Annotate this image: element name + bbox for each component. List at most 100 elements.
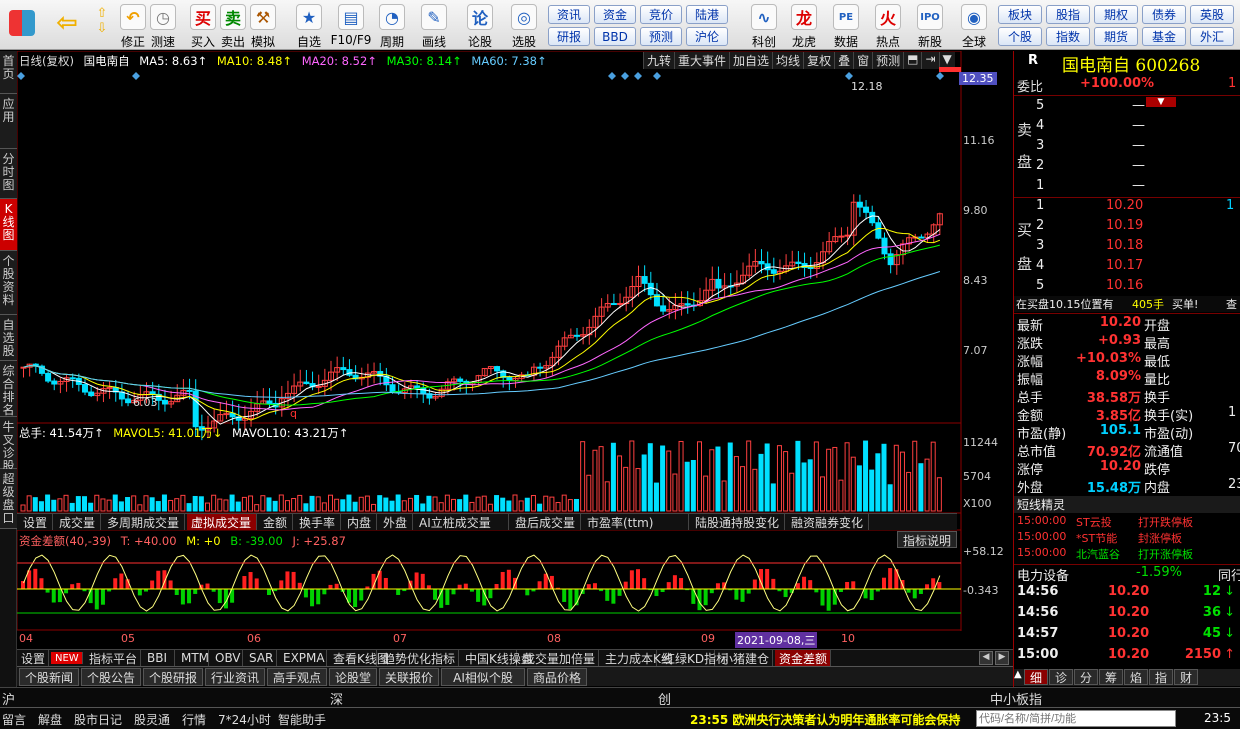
market-button-1-3[interactable]: 基金 (1142, 27, 1186, 46)
market-button-0-2[interactable]: 期权 (1094, 5, 1138, 24)
short-title-row[interactable]: 短线精灵 (1014, 496, 1240, 513)
status-item-2[interactable]: 股市日记 (74, 711, 122, 728)
indicator-tab-10[interactable]: 中国K线操盘 (461, 650, 533, 666)
notice-end[interactable]: 查 (1226, 296, 1237, 312)
panel-up-icon[interactable]: ▲ (1014, 669, 1024, 685)
panel-tab-2[interactable]: 分 (1074, 669, 1098, 685)
market-button-0-0[interactable]: 板块 (998, 5, 1042, 24)
indicator-tab-4[interactable]: MTM (177, 650, 209, 666)
short-alert-row[interactable]: 15:00:00 *ST节能 封涨停板 (1014, 530, 1240, 546)
news-tab-4[interactable]: 高手观点 (267, 668, 327, 686)
toolbar-button-13[interactable]: PE 数据 (826, 0, 866, 50)
status-item-6[interactable]: 智能助手 (278, 711, 326, 728)
sell-level-row[interactable]: 4— (1014, 118, 1240, 136)
panel-tab-1[interactable]: 诊 (1049, 669, 1073, 685)
panel-tab-5[interactable]: 指 (1149, 669, 1173, 685)
panel-tab-3[interactable]: 筹 (1099, 669, 1123, 685)
market-button-1-1[interactable]: 指数 (1046, 27, 1090, 46)
short-alert-row[interactable]: 15:00:00 北汽蓝谷 打开涨停板 (1014, 546, 1240, 562)
volume-tab-8[interactable]: AI立桩成交量 (415, 514, 509, 530)
toolbar-button-1[interactable]: ◷ 测速 (148, 0, 178, 50)
sell-level-row[interactable]: 3— (1014, 138, 1240, 156)
buy-level-row[interactable]: 5 10.16 (1014, 278, 1240, 296)
indicator-tab-3[interactable]: BBI (143, 650, 175, 666)
news-tab-5[interactable]: 论股堂 (329, 668, 377, 686)
sector-row[interactable]: 电力设备 -1.59% 同行业 (1014, 564, 1240, 584)
buy-level-row[interactable]: 2 10.19 (1014, 218, 1240, 236)
toolbar-button-5[interactable]: ★ 自选 (290, 0, 328, 50)
indicator-tab-6[interactable]: SAR (245, 650, 277, 666)
status-item-1[interactable]: 解盘 (38, 711, 62, 728)
buy-level-row[interactable]: 3 10.18 (1014, 238, 1240, 256)
status-item-5[interactable]: 7*24小时 (218, 711, 271, 728)
sidebar-item-4[interactable]: 个股资料 (0, 251, 17, 315)
quick-button-0-1[interactable]: 资金 (594, 5, 636, 24)
news-tab-2[interactable]: 个股研报 (143, 668, 203, 686)
toolbar-button-16[interactable]: ◉ 全球 (954, 0, 994, 50)
buy-level-row[interactable]: 1 10.20 1 (1014, 198, 1240, 216)
toolbar-button-0[interactable]: ↶ 修正 (118, 0, 148, 50)
volume-tab-11[interactable]: 陆股通持股变化 (691, 514, 785, 530)
sell-level-row[interactable]: 5— (1014, 98, 1240, 116)
indicator-tab-9[interactable]: 趋势优化指标 (379, 650, 459, 666)
indicator-tab-5[interactable]: OBV (211, 650, 243, 666)
market-button-1-4[interactable]: 外汇 (1190, 27, 1234, 46)
short-alert-row[interactable]: 15:00:00 ST云投 打开跌停板 (1014, 514, 1240, 530)
sidebar-item-7[interactable]: 牛叉诊股 (0, 417, 17, 473)
market-button-0-3[interactable]: 债券 (1142, 5, 1186, 24)
market-index-2[interactable]: 创 (658, 689, 671, 708)
back-button[interactable]: ⇦ (50, 0, 84, 50)
panel-tab-4[interactable]: 焰 (1124, 669, 1148, 685)
quick-button-1-2[interactable]: 预测 (640, 27, 682, 46)
market-index-3[interactable]: 中小板指 (990, 689, 1042, 708)
volume-tab-7[interactable]: 外盘 (379, 514, 413, 530)
status-item-4[interactable]: 行情 (182, 711, 206, 728)
quick-button-1-0[interactable]: 研报 (548, 27, 590, 46)
event-marker-5[interactable] (653, 72, 661, 80)
sidebar-item-0[interactable]: 首页 (0, 51, 17, 94)
quick-button-0-3[interactable]: 陆港 (686, 5, 728, 24)
toolbar-button-4[interactable]: ⚒ 模拟 (248, 0, 278, 50)
toolbar-button-7[interactable]: ◔ 周期 (372, 0, 412, 50)
event-marker-0[interactable] (17, 72, 25, 80)
indicator-tab-7[interactable]: EXPMA (279, 650, 327, 666)
sidebar-item-8[interactable]: 超级盘口 (0, 469, 17, 529)
quick-button-0-0[interactable]: 资讯 (548, 5, 590, 24)
toolbar-button-15[interactable]: IPO 新股 (912, 0, 948, 50)
tab-scroll-right-icon[interactable]: ▶ (995, 651, 1009, 665)
indicator-tab-0[interactable]: 设置 (17, 650, 49, 666)
volume-tab-2[interactable]: 多周期成交量 (103, 514, 185, 530)
sidebar-item-6[interactable]: 综合排名 (0, 361, 17, 417)
sidebar-item-1[interactable]: 应用 (0, 94, 17, 149)
toolbar-button-11[interactable]: ∿ 科创 (744, 0, 784, 50)
indicator-tab-12[interactable]: 主力成本K线 (601, 650, 673, 666)
event-marker-2[interactable] (608, 72, 616, 80)
toolbar-button-8[interactable]: ✎ 画线 (414, 0, 454, 50)
indicator-tab-15[interactable]: 资金差额 (775, 650, 831, 666)
tab-scroll-left-icon[interactable]: ◀ (979, 651, 993, 665)
volume-tab-6[interactable]: 内盘 (343, 514, 377, 530)
event-marker-7[interactable] (936, 72, 944, 80)
indicator-help-button[interactable]: 指标说明 (897, 531, 958, 548)
panel-tab-0[interactable]: 细 (1024, 669, 1048, 685)
quick-button-1-1[interactable]: BBD (594, 27, 636, 46)
indicator-tab-8[interactable]: 查看K线图 (329, 650, 389, 666)
toolbar-button-6[interactable]: ▤ F10/F9 (330, 0, 372, 50)
event-marker-4[interactable] (634, 72, 642, 80)
panel-tab-6[interactable]: 财 (1174, 669, 1198, 685)
event-marker-1[interactable] (132, 72, 140, 80)
sell-level-row[interactable]: 1— (1014, 178, 1240, 196)
toolbar-button-12[interactable]: 龙龙虎 (784, 0, 824, 50)
event-marker-6[interactable] (845, 72, 853, 80)
volume-tab-10[interactable]: 市盈率(ttm) (583, 514, 689, 530)
news-tab-7[interactable]: AI相似个股 (441, 668, 525, 686)
indicator-tab-14[interactable]: 小猪建仓 (717, 650, 773, 666)
sidebar-item-3[interactable]: K线图 (0, 199, 17, 251)
sidebar-item-5[interactable]: 自选股 (0, 315, 17, 361)
market-button-0-1[interactable]: 股指 (1046, 5, 1090, 24)
app-logo-icon[interactable] (4, 0, 40, 50)
indicator-tab-11[interactable]: 成交量加倍量 (519, 650, 599, 666)
news-tab-3[interactable]: 行业资讯 (205, 668, 265, 686)
volume-tab-5[interactable]: 换手率 (295, 514, 341, 530)
event-marker-3[interactable] (621, 72, 629, 80)
